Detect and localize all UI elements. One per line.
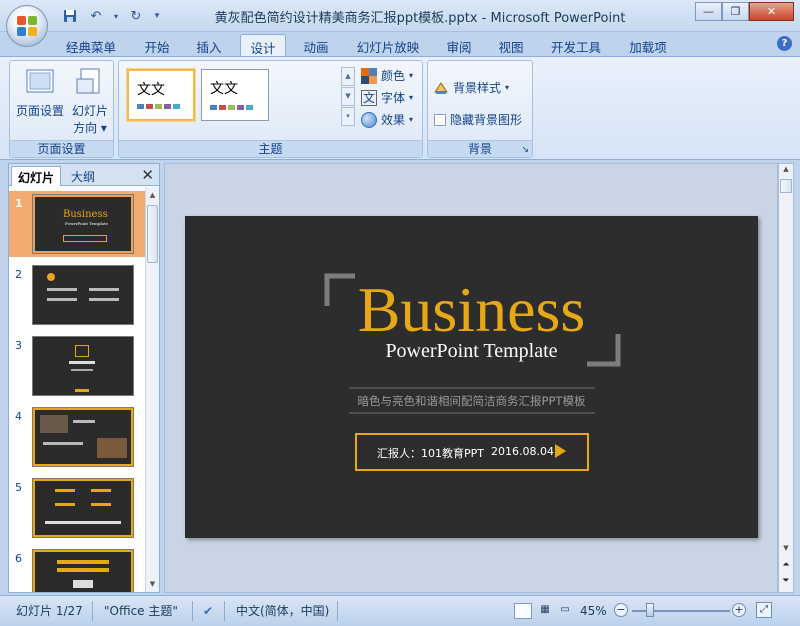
window-title: 黄灰配色简约设计精美商务汇报ppt模板.pptx - Microsoft Pow… [214, 11, 626, 26]
theme-fonts-button[interactable]: 文 字体 ▾ [361, 89, 413, 106]
background-group-label: 背景 [428, 140, 532, 157]
title-bar: ↶ ▾ ↻ ▾ 黄灰配色简约设计精美商务汇报ppt模板.pptx - Micro… [0, 0, 800, 32]
ribbon: 页面设置 幻灯片 方向 ▾ 页面设置 文文 文文 ▲ ▼ ▾ 颜色 ▾ 文 字体… [0, 56, 800, 160]
tab-home[interactable]: 开始 [136, 34, 178, 56]
close-icon[interactable]: ✕ [749, 2, 794, 21]
ribbon-tabs: 经典菜单 开始 插入 设计 动画 幻灯片放映 审阅 视图 开发工具 加载项 ? [0, 32, 800, 56]
slides-panel: 幻灯片 大纲 ✕ 1 Business PowerPoint Template … [8, 163, 160, 593]
tab-animation[interactable]: 动画 [295, 34, 337, 56]
slides-list: 1 Business PowerPoint Template 2 3 4 5 6 [9, 187, 145, 592]
tab-developer[interactable]: 开发工具 [543, 34, 609, 56]
reporter-text: 汇报人：101教育PPT [377, 447, 484, 460]
themes-group-label: 主题 [119, 140, 422, 157]
slides-panel-scrollbar[interactable]: ▲ ▼ [145, 187, 159, 592]
gallery-down-icon[interactable]: ▼ [341, 87, 355, 106]
gallery-more-icon[interactable]: ▾ [341, 107, 355, 126]
main-scroll-down-icon[interactable]: ▼ [779, 544, 793, 552]
theme-gallery-scroll: ▲ ▼ ▾ [341, 67, 355, 126]
effects-icon [361, 111, 377, 128]
slide-orientation-button[interactable]: 幻灯片 方向 ▾ [66, 67, 114, 136]
spell-check-icon[interactable]: ✔ [203, 601, 213, 621]
play-arrow-icon [555, 444, 566, 458]
tab-classic-menu[interactable]: 经典菜单 [58, 34, 124, 56]
fonts-icon: 文 [361, 89, 377, 106]
background-group: 背景样式 ▾ 隐藏背景图形 背景 ↘ [427, 60, 533, 158]
tab-view[interactable]: 视图 [490, 34, 532, 56]
zoom-in-icon[interactable]: + [732, 603, 746, 617]
theme-colors-button[interactable]: 颜色 ▾ [361, 67, 413, 84]
main-scroll-thumb[interactable] [780, 179, 792, 193]
tab-slides-panel[interactable]: 幻灯片 [11, 166, 62, 186]
restore-icon[interactable]: ❐ [722, 2, 749, 21]
help-icon[interactable]: ? [777, 36, 792, 51]
tab-design[interactable]: 设计 [240, 34, 286, 56]
slide-6-thumbnail[interactable] [32, 549, 134, 592]
checkbox-icon [434, 113, 446, 126]
slide-2-thumbnail[interactable] [32, 265, 134, 325]
tab-addins[interactable]: 加载项 [620, 34, 676, 56]
slide-thumb-row[interactable]: 2 [9, 262, 145, 328]
report-date: 2016.08.04 [491, 445, 554, 458]
zoom-slider-thumb[interactable] [646, 603, 654, 617]
theme-effects-button[interactable]: 效果 ▾ [361, 111, 413, 128]
next-slide-icon[interactable]: ⏷ [779, 576, 793, 586]
bracket-decoration [324, 273, 621, 414]
minimize-icon[interactable]: — [695, 2, 722, 21]
tab-outline-panel[interactable]: 大纲 [65, 166, 125, 186]
page-setup-icon [26, 69, 54, 93]
fit-to-window-icon[interactable]: ⤢ [756, 602, 772, 618]
current-slide[interactable]: Business PowerPoint Template 暗色与亮色和谐相间配简… [185, 216, 758, 538]
slide-title[interactable]: Business [185, 278, 758, 342]
close-panel-icon[interactable]: ✕ [141, 166, 154, 184]
page-setup-button[interactable]: 页面设置 [16, 67, 64, 119]
slide-thumb-row[interactable]: 4 [9, 404, 145, 470]
scroll-thumb[interactable] [147, 205, 158, 263]
slide-position: 幻灯片 1/27 [16, 604, 83, 618]
slide-5-thumbnail[interactable] [32, 478, 134, 538]
main-scrollbar[interactable]: ▲ ▼ ⏶ ⏷ [778, 163, 794, 593]
theme-office-alt[interactable]: 文文 [201, 69, 269, 121]
dialog-launcher-icon[interactable]: ↘ [521, 145, 529, 155]
slide-thumb-row[interactable]: 3 [9, 333, 145, 399]
tab-insert[interactable]: 插入 [188, 34, 230, 56]
slide-subtitle[interactable]: PowerPoint Template [185, 340, 758, 363]
office-button[interactable] [6, 5, 48, 47]
slide-sorter-icon[interactable]: ▦ [536, 603, 554, 619]
zoom-out-icon[interactable]: − [614, 603, 628, 617]
gallery-up-icon[interactable]: ▲ [341, 67, 355, 86]
hide-background-graphics-checkbox[interactable]: 隐藏背景图形 [434, 111, 522, 128]
slide-thumb-row[interactable]: 5 [9, 475, 145, 541]
slide-tagline[interactable]: 暗色与亮色和谐相间配简洁商务汇报PPT模板 [185, 393, 758, 409]
theme-office-selected[interactable]: 文文 [127, 69, 195, 121]
slide-thumb-row[interactable]: 1 Business PowerPoint Template [9, 191, 145, 257]
slide-orientation-icon [76, 68, 100, 94]
normal-view-icon[interactable] [514, 603, 532, 619]
page-setup-group-label: 页面设置 [10, 140, 113, 157]
previous-slide-icon[interactable]: ⏶ [779, 560, 793, 570]
main-scroll-up-icon[interactable]: ▲ [779, 165, 793, 173]
theme-name: "Office 主题" [104, 604, 178, 618]
slide-4-thumbnail[interactable] [32, 407, 134, 467]
reporter-box[interactable]: 汇报人：101教育PPT 2016.08.04 [355, 433, 589, 471]
background-styles-button[interactable]: 背景样式 ▾ [433, 79, 509, 96]
office-logo-icon [17, 16, 37, 36]
tab-review[interactable]: 审阅 [438, 34, 480, 56]
page-setup-group: 页面设置 幻灯片 方向 ▾ 页面设置 [9, 60, 114, 158]
colors-icon [361, 67, 377, 84]
zoom-level[interactable]: 45% [580, 601, 607, 621]
slide-thumb-row[interactable]: 6 [9, 546, 145, 592]
scroll-down-icon[interactable]: ▼ [146, 577, 159, 591]
slide-1-thumbnail[interactable]: Business PowerPoint Template [32, 194, 134, 254]
status-bar: 幻灯片 1/27 "Office 主题" ✔ 中文(简体，中国) ▦ ▭ 45%… [0, 595, 800, 626]
slideshow-view-icon[interactable]: ▭ [556, 603, 574, 619]
slide-3-thumbnail[interactable] [32, 336, 134, 396]
language-status[interactable]: 中文(简体，中国) [236, 601, 329, 621]
themes-group: 文文 文文 ▲ ▼ ▾ 颜色 ▾ 文 字体 ▾ 效果 ▾ 主题 [118, 60, 423, 158]
scroll-up-icon[interactable]: ▲ [146, 188, 159, 202]
slide-editing-area: Business PowerPoint Template 暗色与亮色和谐相间配简… [164, 163, 778, 593]
tab-slideshow[interactable]: 幻灯片放映 [348, 34, 428, 56]
background-styles-icon [433, 80, 449, 96]
